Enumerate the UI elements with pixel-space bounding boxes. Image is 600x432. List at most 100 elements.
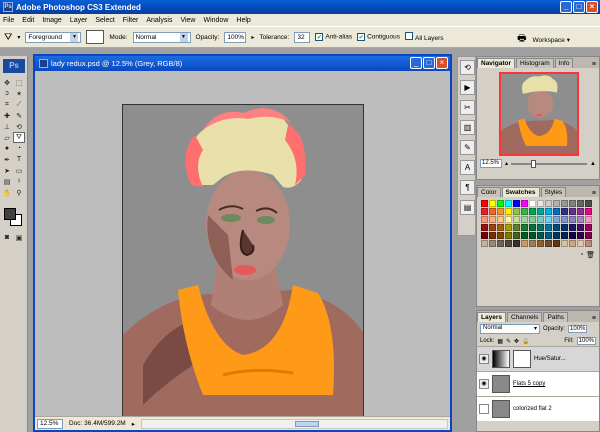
- menu-analysis[interactable]: Analysis: [146, 17, 172, 24]
- color-swatch[interactable]: [537, 232, 544, 239]
- layer-row[interactable]: ◉ Flats 5 copy: [477, 371, 599, 396]
- marquee-tool-icon[interactable]: ⬚: [13, 77, 25, 88]
- color-swatch[interactable]: [497, 224, 504, 231]
- opacity-arrow-icon[interactable]: ▸: [251, 34, 254, 41]
- stamp-tool-icon[interactable]: ⊥: [1, 121, 13, 132]
- color-swatch[interactable]: [577, 232, 584, 239]
- menu-help[interactable]: Help: [236, 17, 250, 24]
- blur-tool-icon[interactable]: ●: [1, 143, 13, 154]
- zoom-field[interactable]: 12.5%: [37, 418, 63, 429]
- navigator-preview[interactable]: [499, 72, 579, 156]
- fill-source-select[interactable]: Foreground ▼: [25, 31, 82, 43]
- tab-layers[interactable]: Layers: [477, 312, 506, 322]
- color-swatch[interactable]: [545, 224, 552, 231]
- color-swatch[interactable]: [529, 232, 536, 239]
- color-swatch[interactable]: [585, 240, 592, 247]
- color-swatch[interactable]: [585, 224, 592, 231]
- color-swatch[interactable]: [513, 200, 520, 207]
- panel-menu-icon[interactable]: ≡: [592, 61, 596, 68]
- menu-select[interactable]: Select: [95, 17, 114, 24]
- color-swatch[interactable]: [545, 232, 552, 239]
- move-tool-icon[interactable]: ✥: [1, 77, 13, 88]
- color-swatch[interactable]: [585, 232, 592, 239]
- eraser-tool-icon[interactable]: ▱: [1, 132, 13, 143]
- color-swatch[interactable]: [537, 200, 544, 207]
- menu-view[interactable]: View: [180, 17, 195, 24]
- color-swatch[interactable]: [513, 224, 520, 231]
- color-swatch[interactable]: [513, 240, 520, 247]
- eye-hidden-icon[interactable]: [479, 404, 489, 414]
- lock-transparency-icon[interactable]: ▦: [497, 338, 503, 345]
- color-swatch[interactable]: [505, 216, 512, 223]
- scrollbar-thumb[interactable]: [294, 420, 319, 427]
- color-swatch[interactable]: [585, 200, 592, 207]
- doc-size-info[interactable]: Doc: 36.4M/599.2M: [69, 420, 126, 427]
- paint-bucket-icon[interactable]: ⛛: [4, 32, 12, 43]
- color-swatch[interactable]: [553, 232, 560, 239]
- color-swatch[interactable]: [577, 216, 584, 223]
- layer-row[interactable]: colorized flat 2: [477, 396, 599, 421]
- color-swatch[interactable]: [505, 208, 512, 215]
- layer-row[interactable]: ◉ Hue/Satur...: [477, 346, 599, 371]
- color-swatch[interactable]: [537, 240, 544, 247]
- color-swatch[interactable]: [521, 200, 528, 207]
- tab-color[interactable]: Color: [477, 187, 501, 197]
- contiguous-checkbox-wrap[interactable]: ✔ Contiguous: [357, 33, 400, 41]
- color-swatch[interactable]: [545, 240, 552, 247]
- color-swatch[interactable]: [513, 208, 520, 215]
- tab-swatches[interactable]: Swatches: [501, 187, 540, 197]
- notes-tool-icon[interactable]: ▤: [1, 176, 13, 187]
- dodge-tool-icon[interactable]: ◔: [13, 143, 25, 154]
- color-swatch[interactable]: [553, 216, 560, 223]
- color-swatch[interactable]: [481, 240, 488, 247]
- color-swatch[interactable]: [497, 240, 504, 247]
- eyedropper-tool-icon[interactable]: ⟊: [13, 176, 25, 187]
- color-swatch[interactable]: [561, 216, 568, 223]
- maximize-button[interactable]: □: [573, 1, 585, 13]
- menu-window[interactable]: Window: [203, 17, 228, 24]
- workspace-button[interactable]: Workspace ▾: [533, 36, 570, 44]
- history-brush-icon[interactable]: ⟲: [13, 121, 25, 132]
- path-select-tool-icon[interactable]: ➤: [1, 165, 13, 176]
- color-swatch[interactable]: [521, 232, 528, 239]
- menu-filter[interactable]: Filter: [123, 17, 139, 24]
- pattern-swatch[interactable]: [86, 30, 105, 44]
- lock-move-icon[interactable]: ✥: [514, 338, 519, 345]
- color-swatch[interactable]: [481, 224, 488, 231]
- fill-input[interactable]: 100%: [576, 337, 596, 345]
- color-swatch[interactable]: [561, 240, 568, 247]
- all-layers-checkbox-wrap[interactable]: All Layers: [404, 32, 444, 42]
- color-swatch[interactable]: [545, 216, 552, 223]
- tab-channels[interactable]: Channels: [506, 312, 543, 322]
- blend-mode-select[interactable]: Normal ▾: [480, 324, 540, 334]
- tab-navigator[interactable]: Navigator: [477, 58, 515, 68]
- color-swatch[interactable]: [569, 216, 576, 223]
- color-swatch[interactable]: [569, 232, 576, 239]
- doc-maximize-button[interactable]: □: [423, 57, 435, 69]
- minimize-button[interactable]: _: [560, 1, 572, 13]
- document-title-bar[interactable]: lady redux.psd @ 12.5% (Grey, RGB/8) _ □…: [35, 56, 450, 71]
- color-swatch[interactable]: [553, 200, 560, 207]
- tab-paths[interactable]: Paths: [543, 312, 569, 322]
- history-panel-icon[interactable]: ⟲: [460, 60, 475, 75]
- screen-mode-icon[interactable]: ▣: [13, 232, 25, 243]
- color-swatch[interactable]: [521, 224, 528, 231]
- shape-tool-icon[interactable]: ▭: [13, 165, 25, 176]
- color-swatch[interactable]: [497, 216, 504, 223]
- status-arrow-icon[interactable]: ▸: [132, 420, 135, 428]
- color-swatch[interactable]: [569, 224, 576, 231]
- color-swatch[interactable]: [489, 224, 496, 231]
- color-swatch[interactable]: [521, 216, 528, 223]
- color-swatch[interactable]: [481, 216, 488, 223]
- color-swatch[interactable]: [521, 240, 528, 247]
- color-swatch[interactable]: [569, 240, 576, 247]
- color-swatch[interactable]: [545, 208, 552, 215]
- lock-all-icon[interactable]: 🔒: [522, 338, 529, 345]
- navigator-zoom-field[interactable]: 12.5%: [480, 159, 502, 168]
- panel-menu-icon[interactable]: ≡: [592, 190, 596, 197]
- zoom-tool-icon[interactable]: ⚲: [13, 187, 25, 198]
- color-swatch[interactable]: [553, 208, 560, 215]
- lock-paint-icon[interactable]: ✎: [506, 338, 511, 345]
- color-swatch[interactable]: [529, 208, 536, 215]
- color-swatch[interactable]: [505, 232, 512, 239]
